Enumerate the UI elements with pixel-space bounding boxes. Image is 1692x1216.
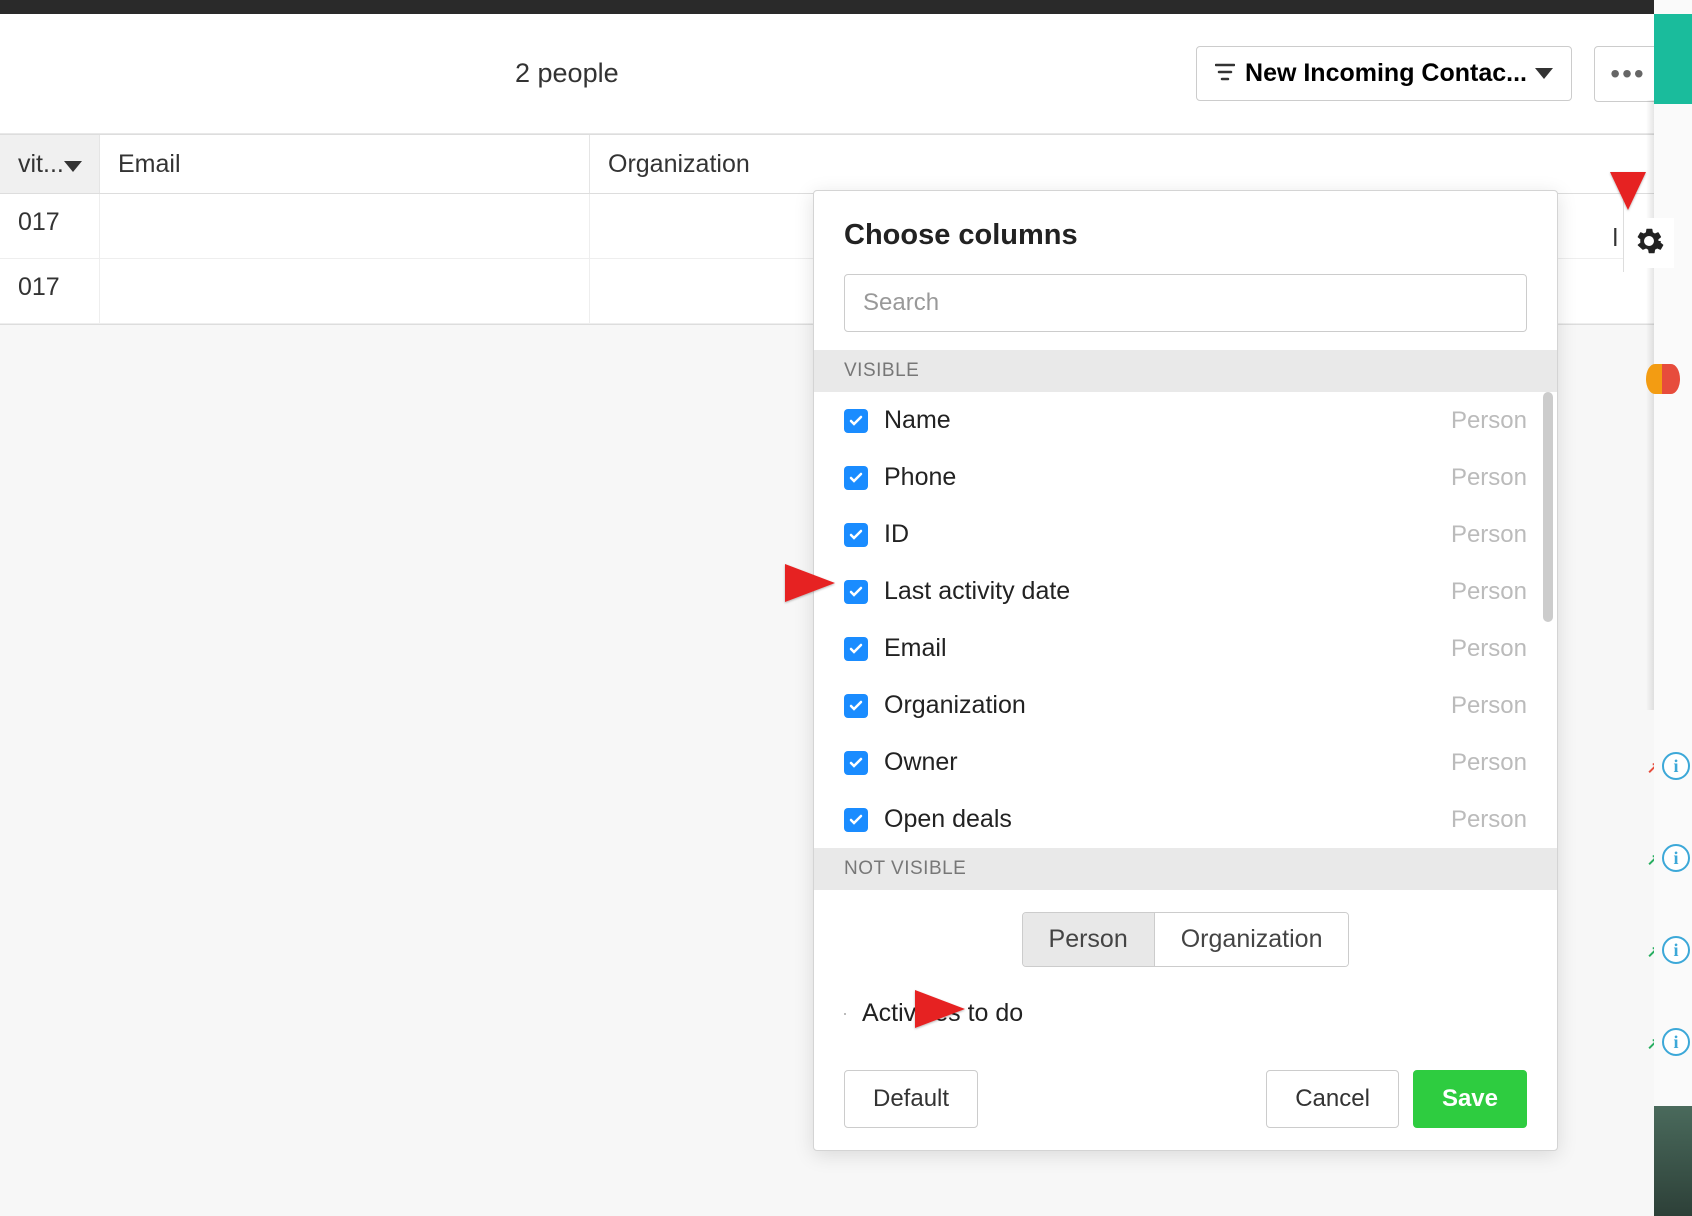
cell-email	[100, 259, 590, 323]
column-option-label: Last activity date	[884, 577, 1451, 606]
column-option-label: Phone	[884, 463, 1451, 492]
column-option-open-deals[interactable]: Open deals Person	[814, 791, 1557, 848]
column-option-label: Owner	[884, 748, 1451, 777]
popover-footer: Default Cancel Save	[814, 1052, 1557, 1150]
filter-icon	[1215, 59, 1235, 88]
column-option-phone[interactable]: Phone Person	[814, 449, 1557, 506]
checkbox-checked-icon[interactable]	[844, 694, 868, 718]
column-option-category: Person	[1451, 464, 1527, 492]
background-teal-block	[1654, 14, 1692, 104]
column-option-category: Person	[1451, 521, 1527, 549]
toggle-person[interactable]: Person	[1023, 913, 1155, 966]
scrollbar[interactable]	[1543, 392, 1553, 622]
cell-activity: 017	[0, 194, 100, 258]
column-header-email[interactable]: Email	[100, 135, 590, 193]
annotation-arrow-id	[535, 558, 845, 608]
column-option-email[interactable]: Email Person	[814, 620, 1557, 677]
column-option-category: Person	[1451, 407, 1527, 435]
checkbox-unchecked-icon[interactable]	[844, 1013, 846, 1015]
column-header-activity-label: vit...	[18, 150, 64, 179]
column-option-label: Email	[884, 634, 1451, 663]
shadow-divider	[1646, 100, 1654, 710]
filter-dropdown[interactable]: New Incoming Contac...	[1196, 46, 1572, 101]
cell-email	[100, 194, 590, 258]
column-option-category: Person	[1451, 749, 1527, 777]
checkbox-checked-icon[interactable]	[844, 637, 868, 661]
section-not-visible-label: NOT VISIBLE	[814, 848, 1557, 890]
column-option-last-activity[interactable]: Last activity date Person	[814, 563, 1557, 620]
background-image-fragment	[1654, 1106, 1692, 1216]
column-option-owner[interactable]: Owner Person	[814, 734, 1557, 791]
section-visible-label: VISIBLE	[814, 350, 1557, 392]
info-icon: i	[1662, 936, 1690, 964]
chevron-down-icon	[64, 150, 82, 179]
column-search-input[interactable]	[844, 274, 1527, 332]
column-header-activity[interactable]: vit...	[0, 135, 100, 193]
checkbox-checked-icon[interactable]	[844, 466, 868, 490]
column-option-category: Person	[1451, 578, 1527, 606]
checkbox-checked-icon[interactable]	[844, 751, 868, 775]
people-count-label: 2 people	[515, 58, 619, 89]
save-button[interactable]: Save	[1413, 1070, 1527, 1128]
checkbox-checked-icon[interactable]	[844, 523, 868, 547]
column-option-label: ID	[884, 520, 1451, 549]
filter-label: New Incoming Contac...	[1245, 59, 1527, 88]
cell-activity: 017	[0, 259, 100, 323]
column-option-category: Person	[1451, 806, 1527, 834]
column-option-activities-to-do[interactable]: Activities to do	[814, 985, 1557, 1052]
info-icon: i	[1662, 752, 1690, 780]
top-bar	[0, 0, 1692, 14]
info-icon: i	[1662, 844, 1690, 872]
checkbox-checked-icon[interactable]	[844, 409, 868, 433]
checkbox-checked-icon[interactable]	[844, 580, 868, 604]
toggle-organization[interactable]: Organization	[1155, 913, 1349, 966]
column-option-label: Activities to do	[862, 999, 1023, 1028]
columns-settings-button[interactable]	[1624, 218, 1674, 268]
visible-columns-list: Name Person Phone Person ID Person Last …	[814, 392, 1557, 848]
gear-icon	[1634, 226, 1664, 261]
checkbox-checked-icon[interactable]	[844, 808, 868, 832]
column-header-organization[interactable]: Organization	[590, 135, 1692, 193]
more-button[interactable]: •••	[1594, 46, 1662, 102]
background-red-dot	[1662, 364, 1680, 394]
column-option-category: Person	[1451, 635, 1527, 663]
column-option-label: Name	[884, 406, 1451, 435]
background-info-badge: i	[1662, 844, 1690, 932]
background-info-badge: i	[1662, 752, 1690, 840]
entity-toggle-row: Person Organization	[814, 890, 1557, 985]
background-info-badge: i	[1662, 936, 1690, 1024]
background-info-badge: i	[1662, 1028, 1690, 1116]
popover-title: Choose columns	[814, 191, 1557, 274]
column-option-id[interactable]: ID Person	[814, 506, 1557, 563]
info-icon: i	[1662, 1028, 1690, 1056]
page-header: 2 people New Incoming Contac... •••	[0, 14, 1692, 134]
column-option-label: Organization	[884, 691, 1451, 720]
choose-columns-popover: Choose columns VISIBLE Name Person Phone…	[813, 190, 1558, 1151]
chevron-down-icon	[1535, 62, 1553, 85]
column-option-name[interactable]: Name Person	[814, 392, 1557, 449]
table-header-row: vit... Email Organization	[0, 134, 1692, 194]
default-button[interactable]: Default	[844, 1070, 978, 1128]
column-option-category: Person	[1451, 692, 1527, 720]
entity-toggle-group: Person Organization	[1022, 912, 1350, 967]
column-option-label: Open deals	[884, 805, 1451, 834]
column-option-organization[interactable]: Organization Person	[814, 677, 1557, 734]
more-icon: •••	[1610, 58, 1645, 90]
cancel-button[interactable]: Cancel	[1266, 1070, 1399, 1128]
partial-column-header: l	[1612, 224, 1618, 253]
